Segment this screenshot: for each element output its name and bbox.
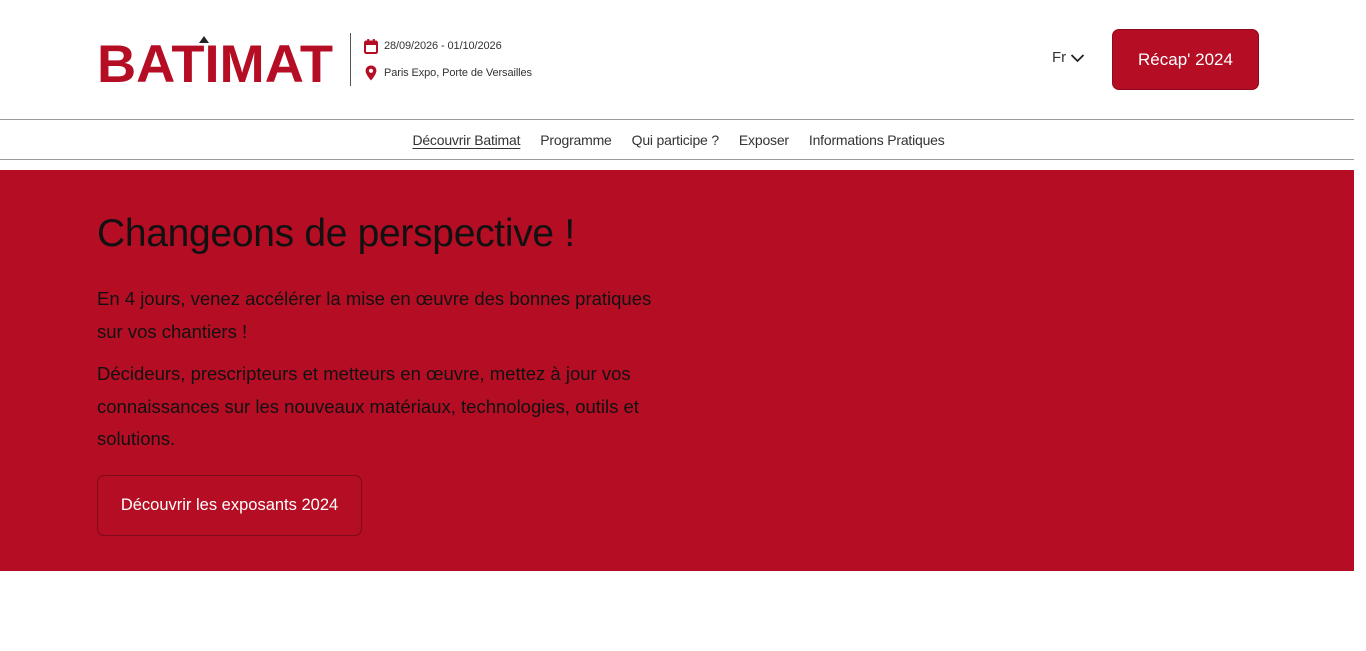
chevron-down-icon <box>1070 53 1085 63</box>
main-nav: Découvrir Batimat Programme Qui particip… <box>0 119 1354 160</box>
nav-item-informations-pratiques[interactable]: Informations Pratiques <box>809 132 945 148</box>
logo-graphic: BATIMAT <box>97 35 333 85</box>
header-divider <box>350 33 351 86</box>
recap-2024-button[interactable]: Récap' 2024 <box>1112 29 1259 90</box>
site-header: BATIMAT 28/09/2026 - 01/10/2026 Paris Ex… <box>0 0 1354 119</box>
event-location: Paris Expo, Porte de Versailles <box>384 67 532 79</box>
nav-list: Découvrir Batimat Programme Qui particip… <box>0 120 1354 159</box>
event-dates-row: 28/09/2026 - 01/10/2026 <box>363 36 532 56</box>
hero-section: Changeons de perspective ! En 4 jours, v… <box>0 170 1354 571</box>
hero-paragraph-1: En 4 jours, venez accélérer la mise en œ… <box>97 288 652 342</box>
nav-item-decouvrir-batimat[interactable]: Découvrir Batimat <box>412 132 520 148</box>
calendar-icon <box>363 38 379 54</box>
batimat-logo[interactable]: BATIMAT <box>97 35 333 85</box>
language-selector[interactable]: Fr <box>1052 49 1085 66</box>
event-location-row: Paris Expo, Porte de Versailles <box>363 63 532 83</box>
hero-title: Changeons de perspective ! <box>97 212 575 255</box>
language-current: Fr <box>1052 49 1067 66</box>
logo-wordmark: BATIMAT <box>97 35 333 85</box>
discover-exhibitors-button[interactable]: Découvrir les exposants 2024 <box>97 475 362 536</box>
nav-item-exposer[interactable]: Exposer <box>739 132 789 148</box>
nav-item-programme[interactable]: Programme <box>540 132 612 148</box>
nav-item-qui-participe[interactable]: Qui participe ? <box>632 132 719 148</box>
hero-paragraph-2: Décideurs, prescripteurs et metteurs en … <box>97 363 639 449</box>
map-pin-icon <box>363 65 379 81</box>
page-scrollbar[interactable] <box>1354 0 1366 651</box>
event-info: 28/09/2026 - 01/10/2026 Paris Expo, Port… <box>363 36 532 83</box>
event-dates: 28/09/2026 - 01/10/2026 <box>384 40 502 52</box>
